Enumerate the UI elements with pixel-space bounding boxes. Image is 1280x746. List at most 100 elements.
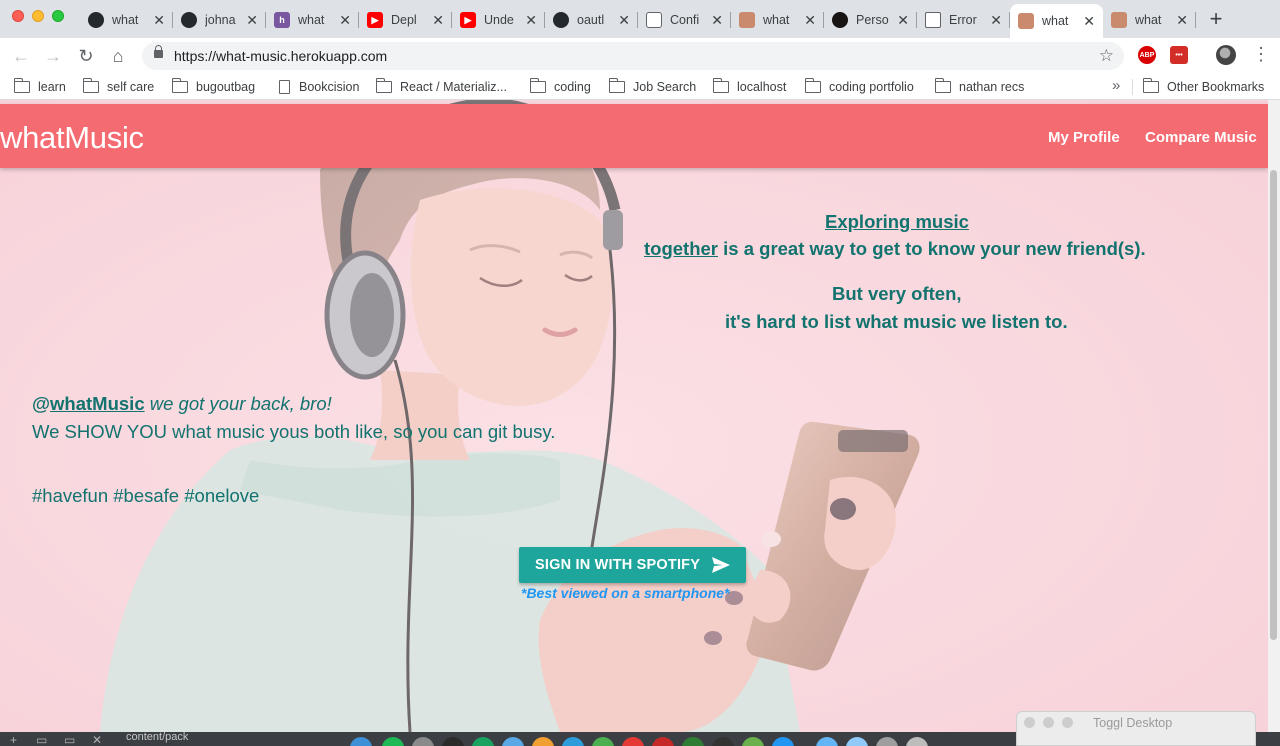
bookmark-nathan-recs[interactable]: nathan recs xyxy=(934,78,1024,95)
nav-my-profile[interactable]: My Profile xyxy=(1048,129,1120,146)
close-window-button[interactable] xyxy=(1024,717,1035,728)
url-text[interactable]: https://what-music.herokuapp.com xyxy=(174,48,387,64)
tab-title: johna xyxy=(205,13,236,27)
tab[interactable]: ▶ Depl ✕ xyxy=(359,4,452,36)
more-bookmarks-icon[interactable]: » xyxy=(1112,77,1120,94)
bookmark-react-materialize[interactable]: React / Materializ... xyxy=(375,78,507,95)
toggl-window[interactable]: Toggl Desktop xyxy=(1016,711,1256,746)
terminal-icon[interactable]: ▭ xyxy=(36,733,47,746)
close-tab-icon[interactable]: ✕ xyxy=(618,12,630,29)
tab[interactable]: what ✕ xyxy=(1103,4,1196,36)
app-icon[interactable] xyxy=(772,737,794,746)
app-icon[interactable] xyxy=(532,737,554,746)
close-tab-icon[interactable]: ✕ xyxy=(897,12,909,29)
tab[interactable]: ▶ Unde ✕ xyxy=(452,4,545,36)
minimize-window-button[interactable] xyxy=(32,10,44,22)
tab[interactable]: oautl ✕ xyxy=(545,4,638,36)
bookmark-bugoutbag[interactable]: bugoutbag xyxy=(171,78,255,95)
close-icon[interactable]: ✕ xyxy=(92,733,102,746)
headline-link-exploring[interactable]: Exploring music xyxy=(825,211,969,233)
tab[interactable]: what ✕ xyxy=(731,4,824,36)
finder-icon[interactable] xyxy=(350,737,372,746)
back-arrow-icon[interactable]: ← xyxy=(10,45,32,67)
bookmark-other[interactable]: Other Bookmarks xyxy=(1142,78,1264,95)
close-tab-icon[interactable]: ✕ xyxy=(1083,13,1095,30)
spotify-icon[interactable] xyxy=(382,737,404,746)
profile-avatar[interactable] xyxy=(1216,45,1236,65)
address-bar[interactable]: https://what-music.herokuapp.com ☆ xyxy=(142,42,1124,70)
star-icon[interactable]: ☆ xyxy=(1099,46,1114,66)
bookmark-label: coding xyxy=(554,80,591,94)
close-tab-icon[interactable]: ✕ xyxy=(990,12,1002,29)
app-icon[interactable] xyxy=(876,737,898,746)
app-icon[interactable] xyxy=(652,737,674,746)
terminal-icon[interactable]: ▭ xyxy=(64,733,75,746)
forward-arrow-icon[interactable]: → xyxy=(42,45,64,67)
scrollbar-thumb[interactable] xyxy=(1270,170,1277,640)
close-tab-icon[interactable]: ✕ xyxy=(153,12,165,29)
bookmark-coding[interactable]: coding xyxy=(529,78,591,95)
app-icon[interactable] xyxy=(846,737,868,746)
app-icon[interactable] xyxy=(562,737,584,746)
bookmark-bookcision[interactable]: Bookcision xyxy=(279,79,359,95)
tab[interactable]: what ✕ xyxy=(80,4,173,36)
zoom-window-button[interactable] xyxy=(1062,717,1073,728)
tab-title: Error xyxy=(949,13,977,27)
minimize-window-button[interactable] xyxy=(1043,717,1054,728)
app-icon[interactable] xyxy=(412,737,434,746)
close-tab-icon[interactable]: ✕ xyxy=(804,12,816,29)
app-icon[interactable] xyxy=(816,737,838,746)
tab-active[interactable]: what ✕ xyxy=(1010,4,1103,38)
tab[interactable]: h what ✕ xyxy=(266,4,359,36)
app-icon[interactable] xyxy=(682,737,704,746)
headline-line3: But very often, xyxy=(832,283,962,304)
headline-link-text[interactable]: Exploring music xyxy=(825,211,969,232)
bookmark-job-search[interactable]: Job Search xyxy=(608,78,696,95)
headline-link-together[interactable]: together xyxy=(644,238,718,259)
bookmarks-bar: learn self care bugoutbag Bookcision Rea… xyxy=(0,74,1280,100)
tab[interactable]: Confi ✕ xyxy=(638,4,731,36)
tab-title: Depl xyxy=(391,13,417,27)
close-tab-icon[interactable]: ✕ xyxy=(246,12,258,29)
chrome-icon[interactable] xyxy=(592,737,614,746)
lastpass-icon[interactable]: ••• xyxy=(1170,46,1188,64)
app-icon[interactable] xyxy=(742,737,764,746)
close-tab-icon[interactable]: ✕ xyxy=(711,12,723,29)
add-icon[interactable]: + xyxy=(10,733,17,746)
handle-link[interactable]: whatMusic xyxy=(50,393,145,414)
reload-icon[interactable]: ↻ xyxy=(75,45,97,67)
app-icon[interactable] xyxy=(502,737,524,746)
home-icon[interactable]: ⌂ xyxy=(107,45,129,67)
tab[interactable]: Error ✕ xyxy=(917,4,1010,36)
new-tab-button[interactable]: + xyxy=(1206,8,1226,30)
page-scrollbar[interactable] xyxy=(1268,100,1280,732)
bookmark-learn[interactable]: learn xyxy=(13,78,66,95)
bookmark-coding-portfolio[interactable]: coding portfolio xyxy=(804,78,914,95)
sign-in-spotify-button[interactable]: SIGN IN WITH SPOTIFY xyxy=(519,547,746,583)
close-window-button[interactable] xyxy=(12,10,24,22)
tab[interactable]: johna ✕ xyxy=(173,4,266,36)
app-icon[interactable] xyxy=(622,737,644,746)
spotify-icon xyxy=(832,12,848,28)
terminal-icon[interactable] xyxy=(712,737,734,746)
zoom-window-button[interactable] xyxy=(52,10,64,22)
close-tab-icon[interactable]: ✕ xyxy=(1176,12,1188,29)
lock-icon[interactable] xyxy=(154,45,163,58)
adblock-icon[interactable]: ABP xyxy=(1138,46,1156,64)
window-controls xyxy=(1024,717,1073,728)
bookmark-self-care[interactable]: self care xyxy=(82,78,154,95)
terminal-icon[interactable] xyxy=(442,737,464,746)
nav-compare-music[interactable]: Compare Music xyxy=(1145,129,1257,146)
menu-icon[interactable]: ⋮ xyxy=(1252,44,1270,64)
send-icon xyxy=(712,557,730,573)
trash-icon[interactable] xyxy=(906,737,928,746)
tab[interactable]: Perso ✕ xyxy=(824,4,917,36)
brand-logo[interactable]: whatMusic xyxy=(0,120,144,156)
bookmark-localhost[interactable]: localhost xyxy=(712,78,786,95)
app-icon[interactable] xyxy=(472,737,494,746)
folder-icon xyxy=(1142,78,1159,93)
close-tab-icon[interactable]: ✕ xyxy=(432,12,444,29)
close-tab-icon[interactable]: ✕ xyxy=(339,12,351,29)
photo-icon xyxy=(739,12,755,28)
close-tab-icon[interactable]: ✕ xyxy=(525,12,537,29)
